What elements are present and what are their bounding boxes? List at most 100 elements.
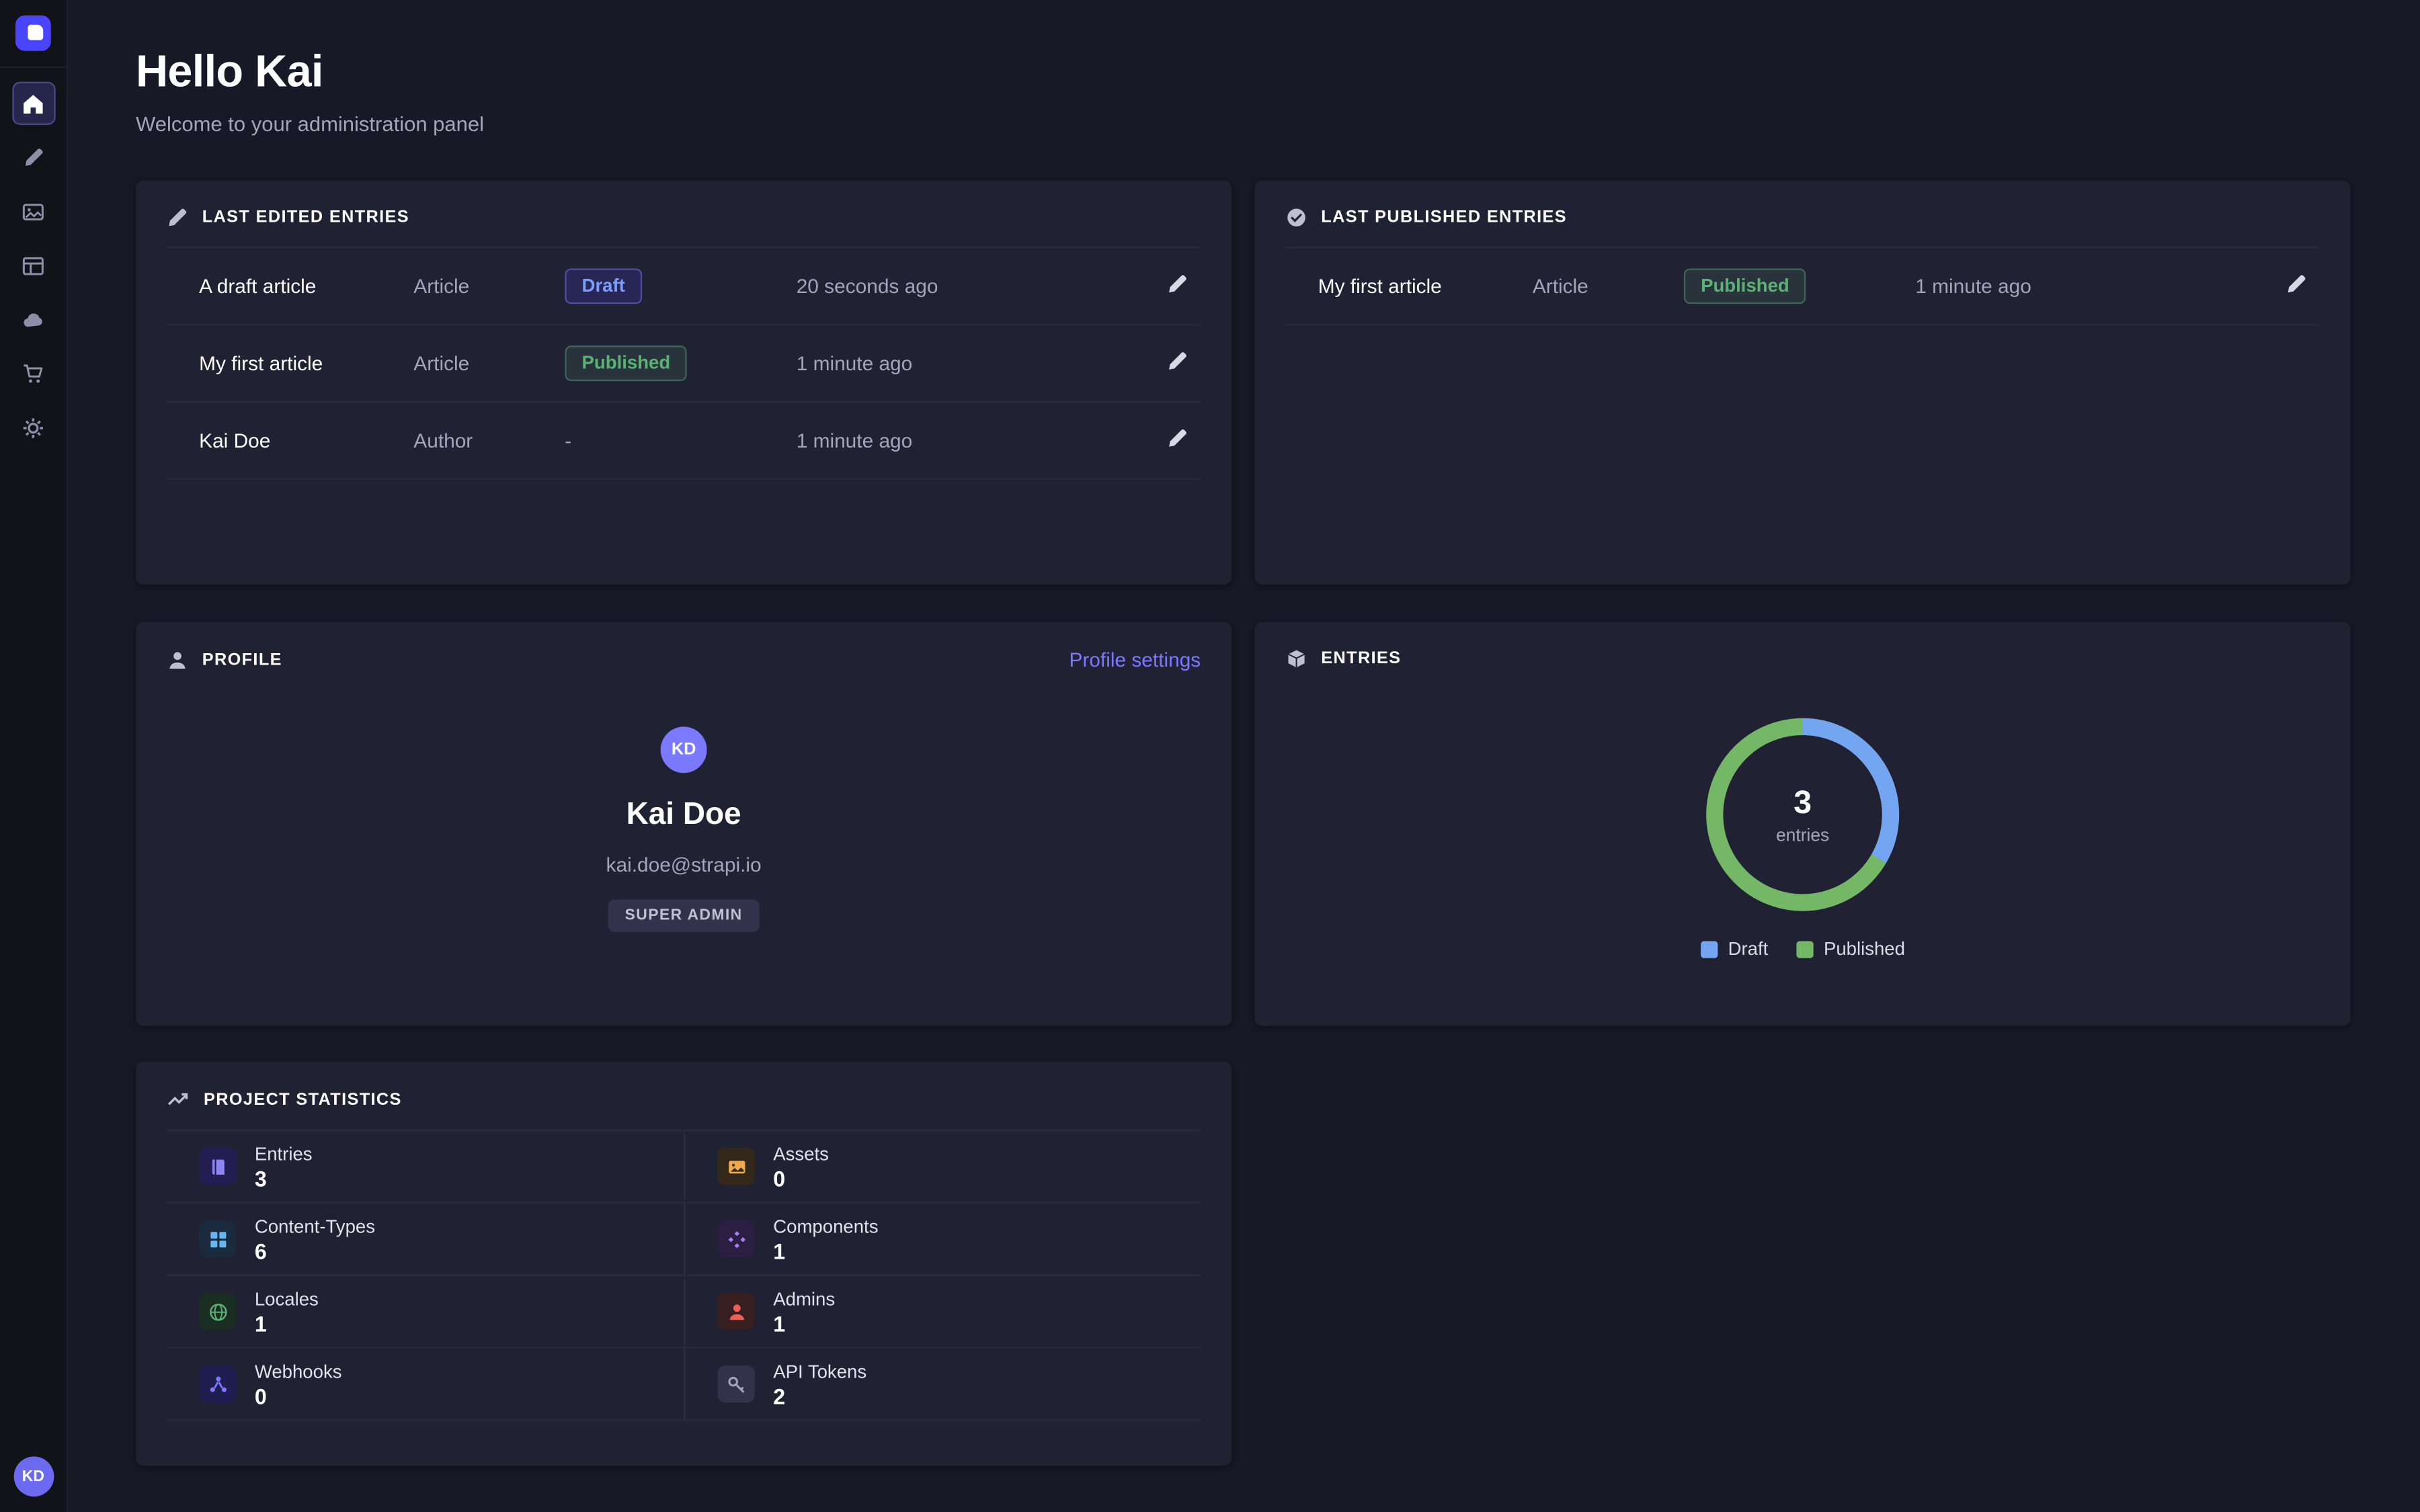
table-row[interactable]: Kai Doe Author - 1 minute ago bbox=[167, 403, 1201, 480]
stat-value: 6 bbox=[255, 1238, 375, 1263]
entry-type: Article bbox=[1533, 275, 1684, 298]
strapi-logo-button[interactable] bbox=[0, 0, 67, 68]
stat-components: Components1 bbox=[684, 1204, 1201, 1276]
globe-icon bbox=[199, 1293, 236, 1330]
page-header: Hello Kai Welcome to your administration… bbox=[68, 0, 2420, 136]
panel-title: ENTRIES bbox=[1321, 650, 1401, 669]
pencil-icon bbox=[2286, 273, 2307, 299]
stat-label: Components bbox=[773, 1215, 878, 1236]
puzzle-icon bbox=[718, 1220, 755, 1257]
table-row[interactable]: My first article Article Published 1 min… bbox=[1285, 249, 2319, 326]
entry-name: A draft article bbox=[199, 275, 413, 298]
panel-last-edited-entries: LAST EDITED ENTRIES A draft article Arti… bbox=[136, 181, 1232, 585]
stat-content-types: Content-Types6 bbox=[167, 1204, 684, 1276]
sidebar-item-content-type-builder[interactable] bbox=[11, 244, 54, 287]
stat-value: 2 bbox=[773, 1383, 866, 1408]
sidebar-item-marketplace[interactable] bbox=[11, 351, 54, 394]
legend-label: Draft bbox=[1728, 938, 1769, 960]
panel-title: LAST EDITED ENTRIES bbox=[202, 208, 409, 227]
sidebar-item-content-manager[interactable] bbox=[11, 136, 54, 179]
legend-label: Published bbox=[1824, 938, 1905, 960]
profile-avatar: KD bbox=[661, 726, 707, 773]
key-icon bbox=[718, 1366, 755, 1402]
legend-swatch bbox=[1796, 940, 1813, 957]
stat-value: 1 bbox=[255, 1310, 319, 1335]
profile-body: KD Kai Doe kai.doe@strapi.io SUPER ADMIN bbox=[136, 689, 1232, 931]
stat-label: Entries bbox=[255, 1142, 313, 1164]
grid-icon bbox=[199, 1220, 236, 1257]
panel-title: PROFILE bbox=[202, 650, 282, 669]
stat-value: 3 bbox=[255, 1166, 313, 1191]
app-root: KD Hello Kai Welcome to your administrat… bbox=[0, 0, 2420, 1512]
stat-value: 1 bbox=[773, 1310, 835, 1335]
main-content: Hello Kai Welcome to your administration… bbox=[68, 0, 2420, 1512]
cloud-icon bbox=[22, 308, 44, 331]
last-edited-table: A draft article Article Draft 20 seconds… bbox=[167, 247, 1201, 480]
profile-settings-link[interactable]: Profile settings bbox=[1069, 648, 1201, 671]
stat-entries: Entries3 bbox=[167, 1131, 684, 1204]
table-row[interactable]: My first article Article Published 1 min… bbox=[167, 325, 1201, 403]
gear-icon bbox=[22, 416, 44, 439]
pencil-icon bbox=[1167, 273, 1188, 299]
entry-time: 1 minute ago bbox=[797, 351, 1155, 374]
stat-assets: Assets0 bbox=[684, 1131, 1201, 1204]
cart-icon bbox=[22, 362, 44, 384]
person-icon bbox=[167, 648, 188, 670]
status-badge: Published bbox=[565, 345, 687, 381]
image-icon bbox=[718, 1148, 755, 1185]
panel-last-published-entries: LAST PUBLISHED ENTRIES My first article … bbox=[1255, 181, 2351, 585]
user-avatar[interactable]: KD bbox=[13, 1456, 54, 1497]
strapi-logo-icon bbox=[15, 15, 51, 51]
stat-locales: Locales1 bbox=[167, 1276, 684, 1349]
edit-entry-button[interactable] bbox=[2286, 273, 2307, 299]
cube-icon bbox=[1285, 648, 1307, 669]
legend-swatch bbox=[1700, 940, 1717, 957]
panel-profile: PROFILE Profile settings KD Kai Doe kai.… bbox=[136, 622, 1232, 1026]
stat-label: Admins bbox=[773, 1288, 835, 1309]
panel-project-statistics: PROJECT STATISTICS Entries3 Assets0 Cont… bbox=[136, 1062, 1232, 1466]
stat-label: Webhooks bbox=[255, 1360, 342, 1382]
stat-api-tokens: API Tokens2 bbox=[684, 1349, 1201, 1421]
entry-name: Kai Doe bbox=[199, 429, 413, 452]
check-circle-icon bbox=[1285, 207, 1307, 228]
sidebar-item-home[interactable] bbox=[11, 82, 54, 125]
entry-type: Article bbox=[413, 275, 565, 298]
panel-header: LAST PUBLISHED ENTRIES bbox=[1255, 181, 2351, 247]
panel-title: LAST PUBLISHED ENTRIES bbox=[1321, 208, 1567, 227]
edit-entry-button[interactable] bbox=[1167, 273, 1188, 299]
pencil-icon bbox=[167, 207, 188, 228]
stats-grid: Entries3 Assets0 Content-Types6 Componen… bbox=[167, 1130, 1201, 1421]
media-library-icon bbox=[22, 200, 44, 222]
stat-label: Assets bbox=[773, 1142, 829, 1164]
sidebar-item-deploy-cloud[interactable] bbox=[11, 298, 54, 341]
stat-label: API Tokens bbox=[773, 1360, 866, 1382]
entry-type: Author bbox=[413, 429, 565, 452]
trending-up-icon bbox=[167, 1088, 190, 1111]
status-badge: Draft bbox=[565, 268, 642, 304]
legend-item-draft: Draft bbox=[1700, 938, 1768, 960]
panel-header: ENTRIES bbox=[1255, 622, 2351, 688]
person-icon bbox=[718, 1293, 755, 1330]
content-manager-icon bbox=[22, 146, 44, 168]
stat-value: 0 bbox=[773, 1166, 829, 1191]
panel-header: LAST EDITED ENTRIES bbox=[136, 181, 1232, 247]
last-published-table: My first article Article Published 1 min… bbox=[1285, 247, 2319, 325]
edit-entry-button[interactable] bbox=[1167, 427, 1188, 454]
page-title: Hello Kai bbox=[136, 48, 2420, 99]
webhook-icon bbox=[199, 1366, 236, 1402]
pencil-icon bbox=[1167, 350, 1188, 376]
stat-value: 1 bbox=[773, 1238, 878, 1263]
table-row[interactable]: A draft article Article Draft 20 seconds… bbox=[167, 249, 1201, 326]
panel-entries: ENTRIES 3 entries Draft P bbox=[1255, 622, 2351, 1026]
panel-header: PROJECT STATISTICS bbox=[136, 1062, 1232, 1130]
panel-header: PROFILE Profile settings bbox=[136, 622, 1232, 689]
sidebar-item-media-library[interactable] bbox=[11, 190, 54, 233]
status-badge: Published bbox=[1684, 268, 1806, 304]
entry-time: 20 seconds ago bbox=[797, 275, 1155, 298]
entry-time: 1 minute ago bbox=[797, 429, 1155, 452]
legend-item-published: Published bbox=[1796, 938, 1905, 960]
sidebar-item-settings[interactable] bbox=[11, 406, 54, 449]
sidebar-nav bbox=[11, 82, 54, 1457]
edit-entry-button[interactable] bbox=[1167, 350, 1188, 376]
entry-name: My first article bbox=[1318, 275, 1533, 298]
